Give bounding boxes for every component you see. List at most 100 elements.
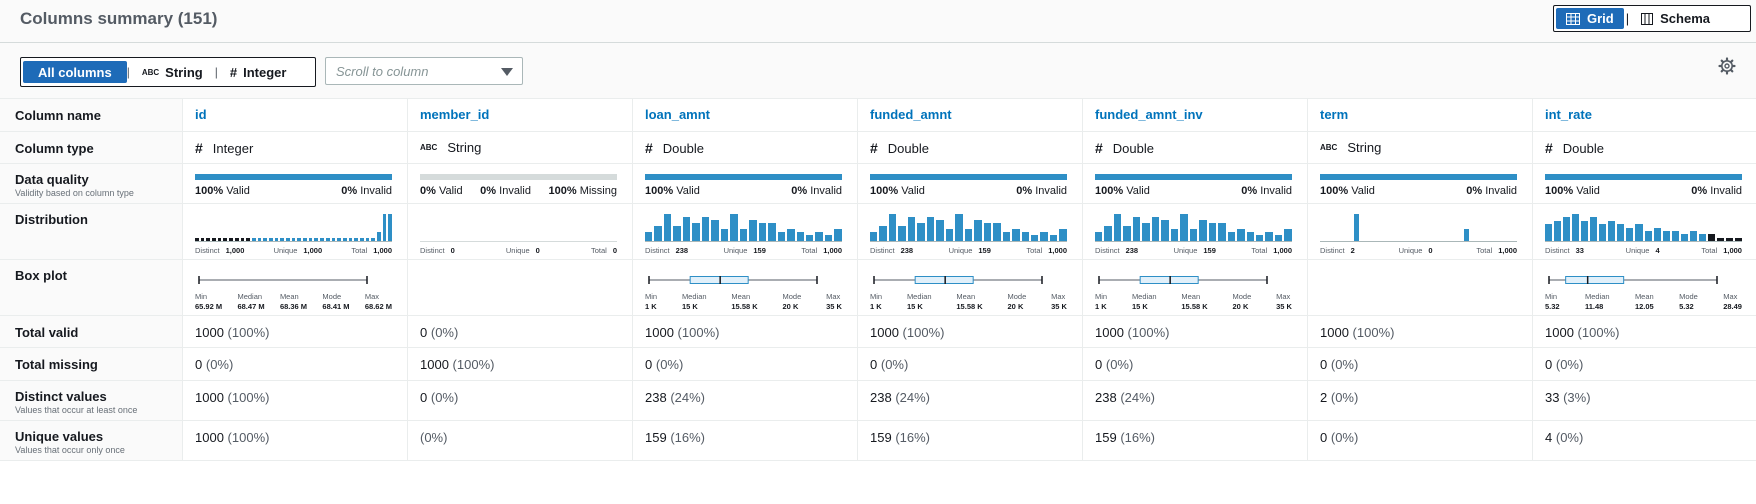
stat-percent: (0%) (420, 430, 448, 445)
box-stat-value: 20 K (1232, 302, 1249, 311)
stat-count: 1000 (195, 325, 224, 340)
quality-bar (420, 174, 617, 180)
integer-filter-button[interactable]: # Integer (218, 61, 299, 83)
stat-percent: (0%) (1330, 390, 1359, 405)
row-label-missing: Total missing (0, 348, 183, 380)
quality-label: Invalid (1485, 185, 1517, 197)
number-type-icon: # (870, 140, 878, 156)
quality-stat: 0% Invalid (1241, 185, 1292, 197)
histogram-bar (308, 238, 313, 241)
histogram-bar (1123, 226, 1131, 241)
stat-count: 1000 (1095, 325, 1124, 340)
box-stat-min: Min 1 K (870, 292, 882, 312)
column-cell-name[interactable]: member_id (408, 99, 633, 131)
histogram-bar (342, 238, 347, 241)
column-cell-name[interactable]: term (1308, 99, 1533, 131)
box-stat-median: Median 15 K (907, 292, 932, 312)
column-cell-name[interactable]: funded_amnt (858, 99, 1083, 131)
stat-distinct: 0 (0%) (420, 381, 632, 405)
column-name-link[interactable]: funded_amnt_inv (1095, 99, 1307, 122)
scroll-to-column-select[interactable]: Scroll to column (325, 57, 523, 85)
columns-summary-grid: Column name id member_id loan_amnt funded_am… (0, 98, 1756, 461)
column-cell-distinct: 33 (3%) (1533, 381, 1756, 420)
column-cell-name[interactable]: id (183, 99, 408, 131)
box-stat-value: 15 K (681, 302, 698, 311)
all-columns-button[interactable]: All columns (23, 61, 127, 83)
column-name-link[interactable]: id (195, 99, 407, 122)
box-stat-label: Mode (1232, 292, 1252, 301)
stat-value: 159 (1203, 246, 1216, 255)
histogram-bar (1284, 229, 1292, 241)
stat-distinct: 238 (24%) (645, 381, 857, 405)
column-name-link[interactable]: funded_amnt (870, 99, 1082, 122)
histogram-bar (1021, 232, 1029, 241)
stat-distinct: 33 (3%) (1545, 381, 1756, 405)
stat-item: Unique 159 (949, 246, 991, 255)
column-cell-distinct: 0 (0%) (408, 381, 633, 420)
histogram-bar (291, 238, 296, 241)
scroll-placeholder: Scroll to column (336, 63, 429, 79)
stat-distinct: 238 (24%) (1095, 381, 1307, 405)
histogram-bar (645, 232, 653, 241)
stat-count: 1000 (870, 325, 899, 340)
quality-label: Invalid (360, 185, 392, 197)
box-stat-value: 35 K (1276, 302, 1292, 311)
column-cell-missing: 0 (0%) (1308, 348, 1533, 380)
box-stat-value: 20 K (782, 302, 799, 311)
box-stat-mean: Mean 15.58 K (1181, 292, 1207, 312)
histogram-bar (280, 238, 284, 241)
quality-stat: 0% Invalid (1466, 185, 1517, 197)
histogram-bar (796, 232, 804, 241)
histogram-bar (1680, 234, 1688, 241)
histogram-bar (1059, 229, 1067, 241)
grid-label: Grid (1587, 11, 1614, 26)
toolbar: All columns | ABC String | # Integer Scr… (0, 43, 1756, 98)
histogram-bar (1274, 235, 1283, 241)
column-name-link[interactable]: member_id (420, 99, 632, 122)
column-cell-box: Min 5.32 Median 11.48 Mean 12.05 Mode 5.32 Max 28… (1533, 260, 1756, 315)
column-name-link[interactable]: int_rate (1545, 99, 1756, 122)
quality-stats: 100% Valid 0% Invalid (1320, 185, 1517, 197)
column-cell-name[interactable]: loan_amnt (633, 99, 858, 131)
histogram-bar (1142, 223, 1150, 241)
stat-count: 0 (420, 390, 428, 405)
column-name-link[interactable]: loan_amnt (645, 99, 857, 122)
quality-stat: 0% Invalid (341, 185, 392, 197)
column-cell-quality: 100% Valid 0% Invalid (1308, 164, 1533, 203)
column-cell-missing: 0 (0%) (1083, 348, 1308, 380)
box-stat-label: Mean (1634, 292, 1654, 301)
column-cell-type: ABC String (1308, 132, 1533, 163)
histogram-bar (1095, 232, 1103, 241)
grid-view-button[interactable]: Grid (1556, 8, 1624, 29)
histogram-bar (730, 214, 738, 241)
column-cell-name[interactable]: int_rate (1533, 99, 1756, 131)
string-type-icon: ABC (1320, 143, 1338, 152)
box-stat-label: Mean (956, 292, 976, 301)
grid-row-name: Column name id member_id loan_amnt funded_am… (0, 99, 1756, 132)
number-type-icon: # (195, 140, 203, 156)
box-stat-mean: Mean 68.36 M (280, 292, 307, 312)
stat-percent: (100%) (227, 325, 270, 340)
gear-icon[interactable] (1718, 57, 1736, 75)
box-stat-value: 68.41 M (322, 302, 350, 311)
stat-item: Total 1,000 (1476, 246, 1517, 255)
stat-label: Distinct (195, 246, 220, 255)
stat-label: Distinct (420, 246, 445, 255)
histogram-bar (1199, 220, 1207, 241)
histogram-bar (692, 223, 700, 241)
schema-view-button[interactable]: Schema (1631, 8, 1720, 29)
quality-label: Valid (901, 185, 925, 197)
string-filter-button[interactable]: ABC String (130, 61, 215, 83)
box-stat-mode: Mode 20 K (1233, 292, 1252, 312)
stat-missing: 0 (0%) (1545, 348, 1756, 372)
column-cell-name[interactable]: funded_amnt_inv (1083, 99, 1308, 131)
row-label-distinct: Distinct values Values that occur at leas… (0, 381, 183, 420)
distribution-histogram (420, 214, 617, 242)
schema-icon (1641, 12, 1654, 25)
quality-bar (870, 174, 1067, 180)
histogram-bar (1132, 217, 1141, 241)
stat-count: 1000 (420, 357, 449, 372)
histogram-bar (879, 226, 887, 241)
column-name-link[interactable]: term (1320, 99, 1532, 122)
stat-count: 0 (1320, 357, 1328, 372)
